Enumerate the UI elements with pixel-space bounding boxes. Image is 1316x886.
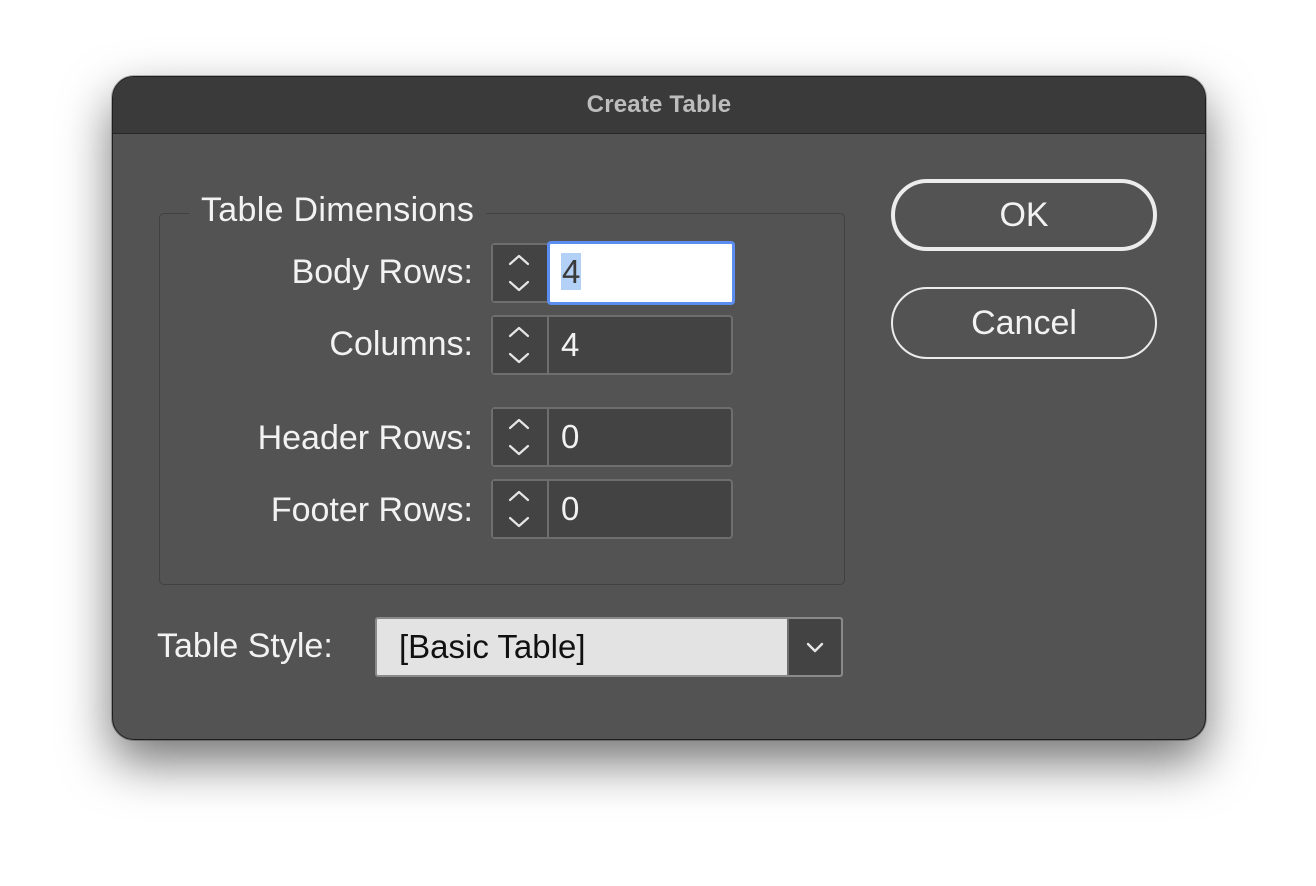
columns-stepper: 4 bbox=[491, 315, 733, 375]
cancel-button[interactable]: Cancel bbox=[891, 287, 1157, 359]
create-table-dialog: Create Table Table Dimensions Body Rows:… bbox=[112, 76, 1206, 740]
header-rows-stepper-arrows[interactable] bbox=[493, 409, 549, 465]
body-rows-label: Body Rows: bbox=[291, 253, 473, 291]
columns-stepper-arrows[interactable] bbox=[493, 317, 549, 373]
title-bar[interactable]: Create Table bbox=[113, 77, 1205, 134]
body-rows-input[interactable]: 4 bbox=[547, 241, 735, 305]
header-rows-stepper: 0 bbox=[491, 407, 733, 467]
dialog-title: Create Table bbox=[586, 91, 732, 118]
chevron-down-icon bbox=[806, 642, 824, 653]
footer-rows-input[interactable]: 0 bbox=[549, 481, 731, 537]
up-down-chevron-icon bbox=[508, 254, 530, 292]
table-style-label: Table Style: bbox=[157, 627, 333, 665]
body-rows-stepper-arrows[interactable] bbox=[493, 245, 549, 301]
body-rows-value: 4 bbox=[561, 253, 582, 290]
ok-button[interactable]: OK bbox=[891, 179, 1157, 251]
up-down-chevron-icon bbox=[508, 326, 530, 364]
header-rows-label: Header Rows: bbox=[257, 419, 473, 457]
up-down-chevron-icon bbox=[508, 418, 530, 456]
footer-rows-stepper: 0 bbox=[491, 479, 733, 539]
footer-rows-label: Footer Rows: bbox=[270, 491, 473, 529]
footer-rows-stepper-arrows[interactable] bbox=[493, 481, 549, 537]
up-down-chevron-icon bbox=[508, 490, 530, 528]
header-rows-input[interactable]: 0 bbox=[549, 409, 731, 465]
table-style-select[interactable]: [Basic Table] bbox=[375, 617, 843, 677]
columns-label: Columns: bbox=[329, 325, 473, 363]
table-dimensions-legend: Table Dimensions bbox=[189, 191, 487, 230]
table-style-dropdown-button[interactable] bbox=[787, 619, 841, 675]
columns-input[interactable]: 4 bbox=[549, 317, 731, 373]
table-style-value: [Basic Table] bbox=[399, 628, 586, 665]
body-rows-stepper: 4 bbox=[491, 241, 735, 305]
